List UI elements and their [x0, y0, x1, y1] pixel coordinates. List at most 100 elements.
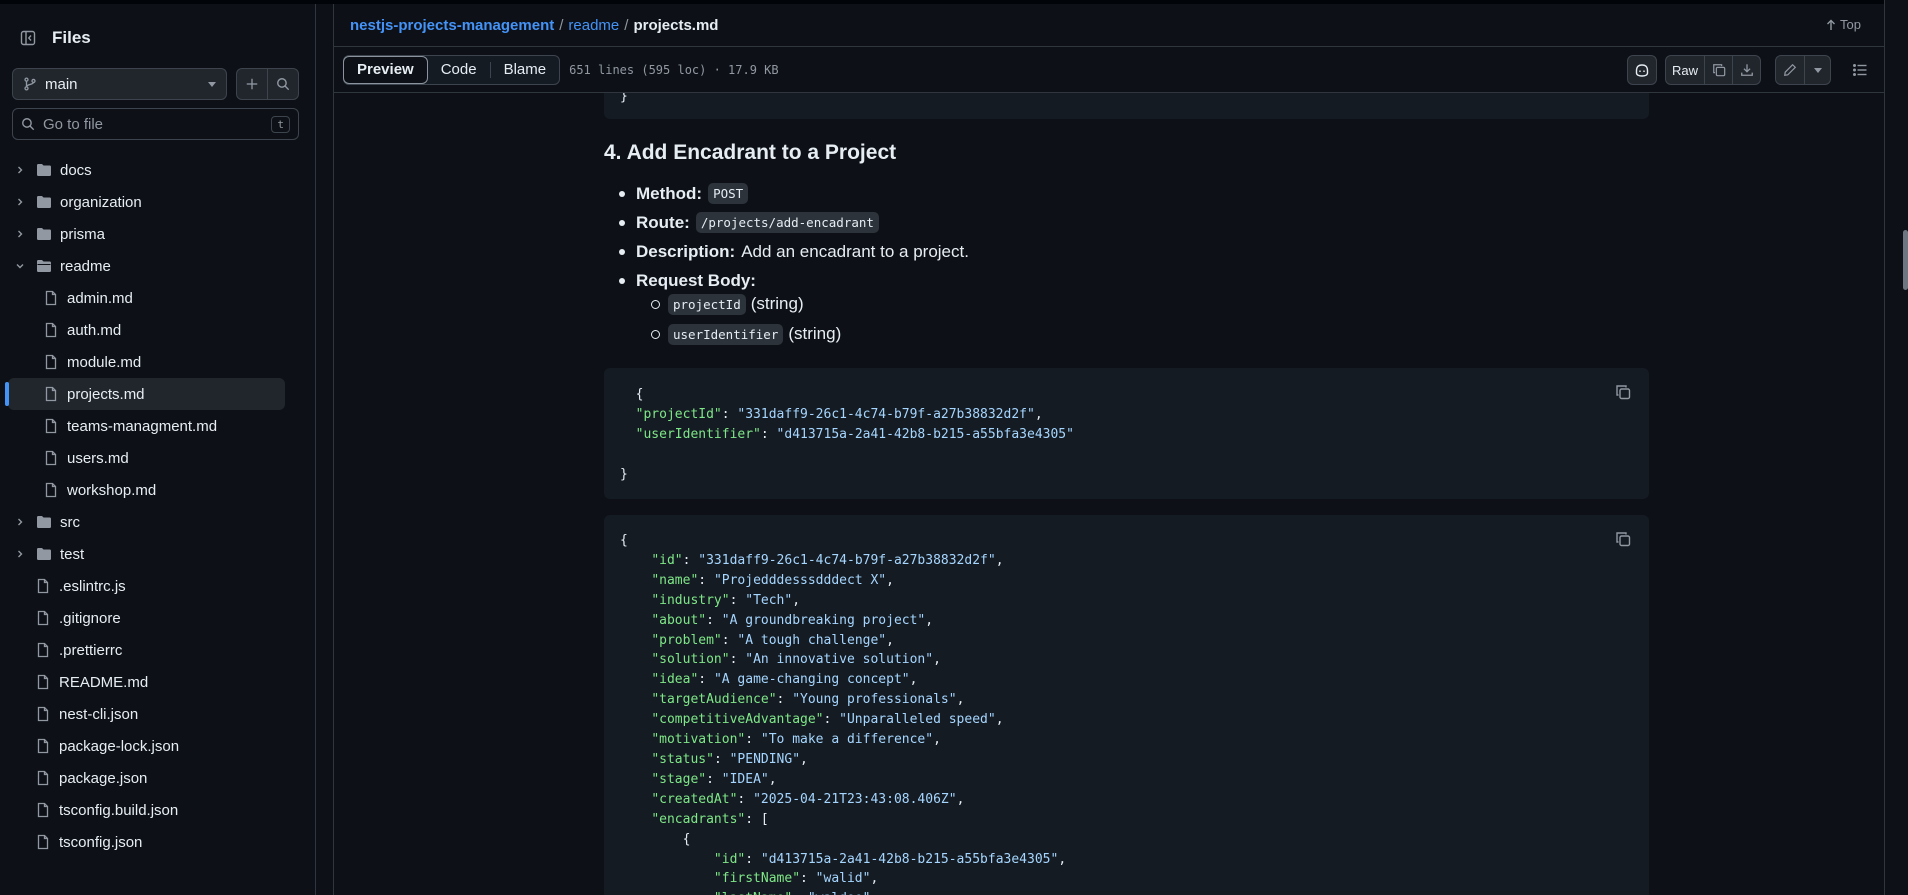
add-file-button[interactable]	[236, 68, 268, 100]
tree-folder-src[interactable]: src	[0, 506, 316, 538]
folder-icon	[37, 548, 51, 560]
view-mode-segmented-control: Preview Code Blame	[343, 54, 561, 85]
tree-item-label: README.md	[59, 673, 149, 691]
chevron-right-icon[interactable]	[12, 226, 28, 242]
json-string: "Projedddesssdddect X"	[713, 572, 887, 588]
tree-folder-docs[interactable]: docs	[0, 154, 316, 186]
raw-button[interactable]: Raw	[1665, 55, 1705, 85]
search-code-button[interactable]	[267, 68, 299, 100]
tree-file-tsconfig-build-json[interactable]: tsconfig.build.json	[0, 794, 316, 826]
file-icon	[37, 706, 49, 722]
code-punct	[620, 852, 714, 867]
code-punct	[620, 891, 714, 895]
markdown-body: } 4. Add Encadrant to a Project Method: P…	[604, 93, 1649, 895]
breadcrumb-repo-link[interactable]: nestjs-projects-management	[350, 17, 554, 34]
folder-icon	[37, 228, 51, 240]
tree-folder-prisma[interactable]: prisma	[0, 218, 316, 250]
file-icon	[37, 674, 49, 690]
tree-file-package-json[interactable]: package.json	[0, 762, 316, 794]
branch-selector[interactable]: main	[12, 68, 227, 100]
tab-blame[interactable]: Blame	[491, 56, 560, 84]
tree-item-label: nest-cli.json	[59, 705, 139, 723]
download-icon	[1740, 64, 1753, 76]
chevron-down-icon[interactable]	[12, 258, 28, 274]
code-punct	[620, 812, 651, 827]
tree-item-label: .eslintrc.js	[59, 577, 126, 595]
code-content: { "projectId": "331daff9-26c1-4c74-b79f-…	[620, 385, 1074, 485]
json-key: "firstName"	[713, 871, 801, 887]
file-icon	[45, 450, 57, 466]
chevron-right-icon[interactable]	[12, 194, 28, 210]
top-link[interactable]: Top	[1826, 17, 1861, 32]
file-tree-sidebar: Files main Go to file t docs organization…	[0, 4, 316, 895]
code-punct: :	[729, 652, 746, 668]
chevron-right-icon[interactable]	[12, 162, 28, 178]
page-scrollbar-thumb[interactable]	[1903, 230, 1908, 290]
json-key: "id"	[713, 851, 746, 867]
breadcrumb: nestjs-projects-management / readme / pr…	[334, 4, 1885, 47]
top-link-label: Top	[1840, 17, 1861, 32]
edit-options-dropdown[interactable]	[1805, 55, 1831, 85]
tree-folder-organization[interactable]: organization	[0, 186, 316, 218]
tree-item-label: teams-managment.md	[67, 417, 218, 435]
tab-code[interactable]: Code	[428, 56, 490, 84]
code-punct: ,	[768, 771, 777, 787]
tree-file--gitignore[interactable]: .gitignore	[0, 602, 316, 634]
tree-file-nest-cli-json[interactable]: nest-cli.json	[0, 698, 316, 730]
tree-icon	[36, 258, 52, 274]
method-label: Method:	[636, 183, 703, 203]
tree-file-README-md[interactable]: README.md	[0, 666, 316, 698]
tree-folder-readme[interactable]: readme	[0, 250, 316, 282]
code-punct: ,	[956, 692, 965, 708]
tree-file-tsconfig-json[interactable]: tsconfig.json	[0, 826, 316, 858]
copy-code-button[interactable]	[1615, 384, 1635, 404]
tree-folder-test[interactable]: test	[0, 538, 316, 570]
tab-preview[interactable]: Preview	[343, 55, 428, 84]
field-type: (string)	[788, 324, 842, 343]
tree-item-label: .gitignore	[59, 609, 121, 627]
tree-file-package-lock-json[interactable]: package-lock.json	[0, 730, 316, 762]
tree-file-module-md[interactable]: module.md	[0, 346, 316, 378]
chevron-right-icon[interactable]	[12, 514, 28, 530]
toolbar-actions: Raw	[1627, 55, 1875, 85]
code-punct: :	[682, 552, 699, 568]
tree-file-admin-md[interactable]: admin.md	[0, 282, 316, 314]
git-branch-icon	[24, 77, 36, 91]
copy-code-button[interactable]	[1615, 531, 1635, 551]
tree-icon	[35, 802, 51, 818]
download-button[interactable]	[1733, 55, 1761, 85]
tree-file-users-md[interactable]: users.md	[0, 442, 316, 474]
tree-file--prettierrc[interactable]: .prettierrc	[0, 634, 316, 666]
tree-icon	[35, 834, 51, 850]
list-unordered-icon	[1853, 64, 1867, 76]
json-key: "stage"	[651, 771, 707, 787]
file-viewer: nestjs-projects-management / readme / pr…	[333, 4, 1885, 895]
tree-item-label: users.md	[67, 449, 129, 467]
json-string: "IDEA"	[721, 771, 769, 787]
go-to-file-input[interactable]: Go to file t	[12, 108, 299, 140]
copilot-button[interactable]	[1627, 55, 1657, 85]
tree-file-auth-md[interactable]: auth.md	[0, 314, 316, 346]
chevron-down-icon	[1813, 67, 1822, 73]
tree-file-projects-md[interactable]: projects.md	[5, 378, 285, 410]
tree-icon	[35, 610, 51, 626]
code-punct	[620, 427, 636, 442]
description-value: Add an encadrant to a project.	[741, 241, 969, 261]
tree-file-teams-managment-md[interactable]: teams-managment.md	[0, 410, 316, 442]
tree-file-workshop-md[interactable]: workshop.md	[0, 474, 316, 506]
collapse-sidebar-button[interactable]	[12, 22, 44, 54]
json-key: "motivation"	[651, 732, 746, 748]
breadcrumb-folder-link[interactable]: readme	[568, 17, 619, 34]
json-string: "Tech"	[745, 592, 793, 608]
edit-file-button[interactable]	[1775, 55, 1805, 85]
request-code-block: { "projectId": "331daff9-26c1-4c74-b79f-…	[604, 368, 1649, 499]
outline-button[interactable]	[1845, 55, 1875, 85]
page-scrollbar-track[interactable]	[1884, 0, 1908, 895]
chevron-right-icon[interactable]	[12, 546, 28, 562]
code-punct: :	[760, 426, 777, 442]
copy-raw-button[interactable]	[1705, 55, 1733, 85]
plus-icon	[246, 78, 258, 90]
tree-file--eslintrc-js[interactable]: .eslintrc.js	[0, 570, 316, 602]
file-icon	[37, 642, 49, 658]
code-punct: }	[620, 466, 628, 482]
